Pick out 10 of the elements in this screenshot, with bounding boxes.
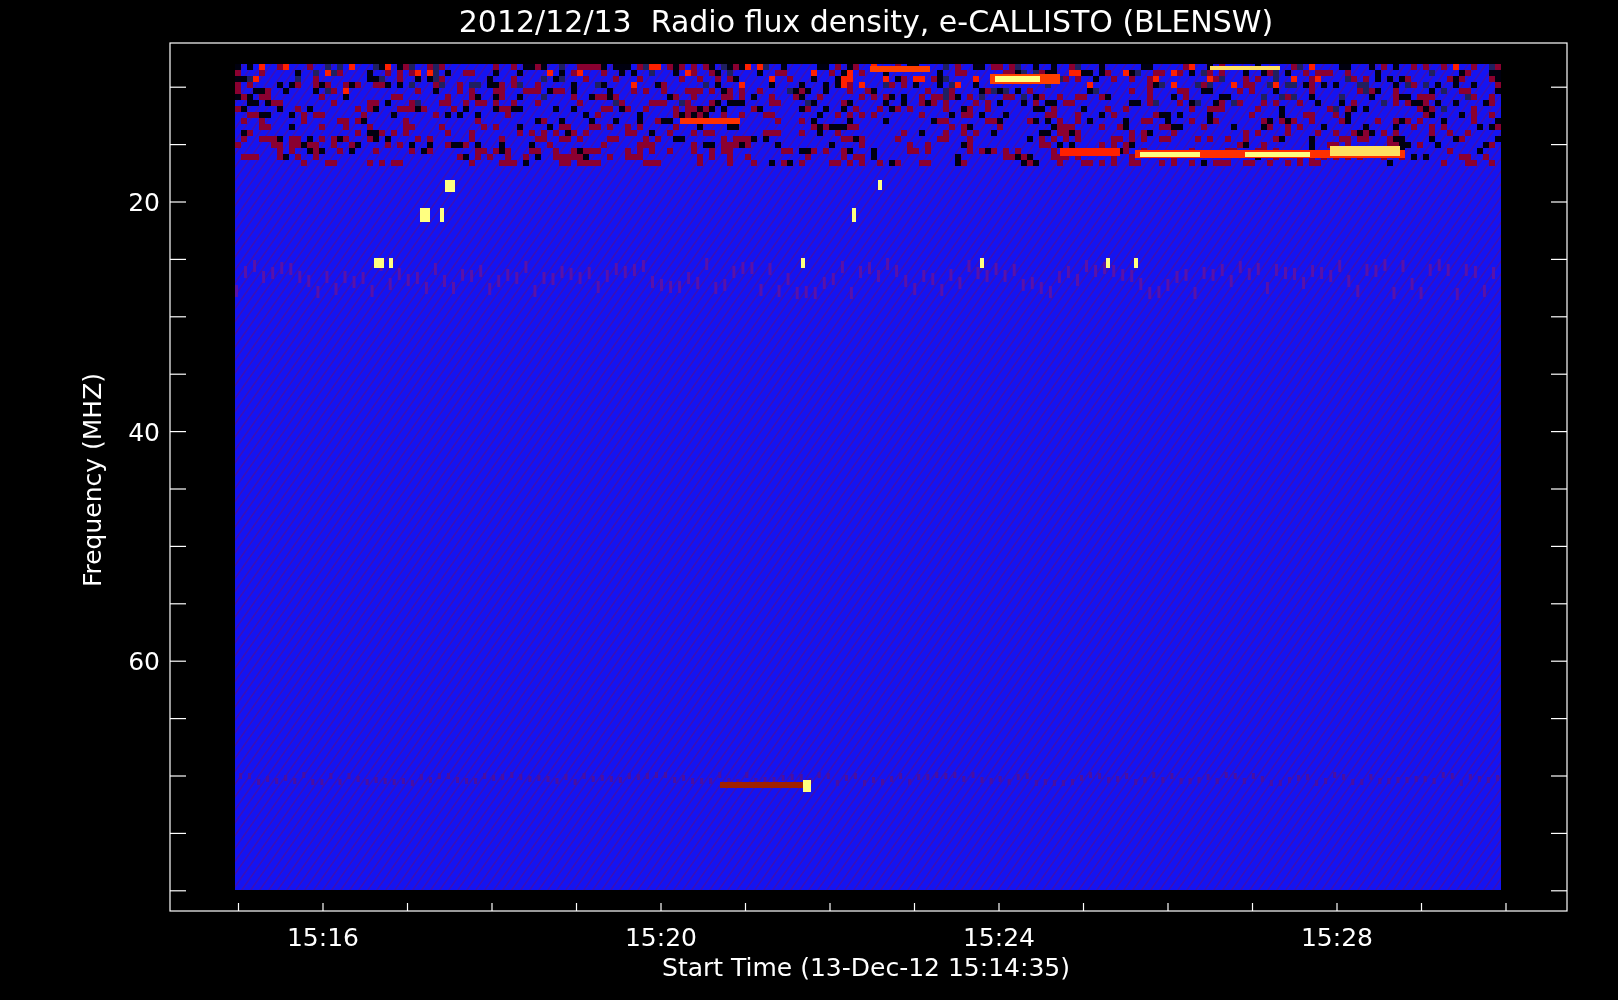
tick-label: 15:28 bbox=[1301, 923, 1373, 952]
tick-label: 40 bbox=[128, 417, 160, 447]
tick-label: 15:20 bbox=[625, 923, 697, 952]
tick-label: 60 bbox=[128, 647, 160, 677]
plot-title: 2012/12/13 Radio flux density, e-CALLISTO (BLENSW) bbox=[458, 4, 1274, 39]
axis-label: Frequency (MHZ) bbox=[78, 372, 107, 588]
axis-label: Start Time (13-Dec-12 15:14:35) bbox=[662, 953, 1070, 982]
tick-label: 15:16 bbox=[287, 923, 359, 952]
tick-label: 15:24 bbox=[963, 923, 1035, 952]
tick-label: 20 bbox=[128, 188, 160, 217]
